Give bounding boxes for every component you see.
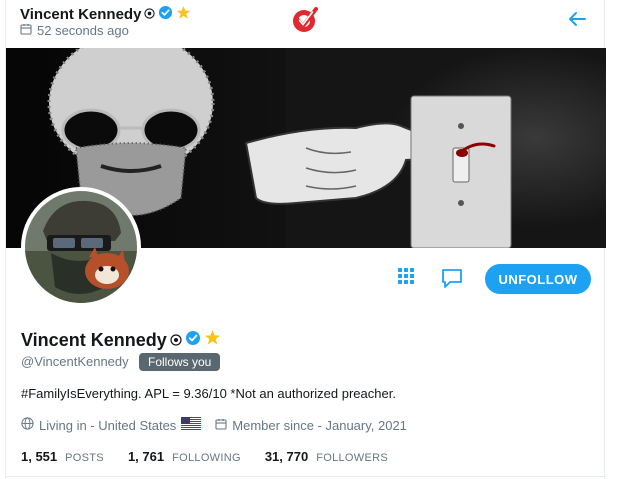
avatar[interactable] bbox=[21, 187, 141, 307]
profile-name: Vincent Kennedy bbox=[21, 329, 167, 350]
stat-value: 1, 551 bbox=[21, 449, 58, 464]
message-icon[interactable] bbox=[441, 267, 463, 294]
member-since-item: Member since - January, 2021 bbox=[215, 418, 407, 433]
header-name-row: Vincent Kennedy bbox=[20, 5, 191, 24]
stat-label: POSTS bbox=[65, 452, 104, 464]
verified-badge-icon bbox=[185, 330, 201, 351]
stat-value: 1, 761 bbox=[127, 449, 165, 464]
stat-posts[interactable]: 1, 551 POSTS bbox=[21, 449, 104, 464]
star-badge-icon bbox=[204, 329, 221, 351]
header-time-row: 52 seconds ago bbox=[20, 23, 129, 38]
verified-badge-icon bbox=[158, 5, 173, 24]
stat-following[interactable]: 1, 761 FOLLOWING bbox=[128, 449, 241, 464]
back-arrow-icon[interactable] bbox=[566, 8, 588, 35]
us-flag-icon bbox=[181, 417, 202, 433]
location-item: Living in - United States bbox=[21, 417, 202, 433]
profile-bio: #FamilyIsEverything. APL = 9.36/10 *Not … bbox=[21, 386, 396, 401]
follows-you-badge: Follows you bbox=[139, 353, 221, 371]
profile-handle: @VincentKennedy bbox=[21, 354, 129, 369]
brand-logo-icon[interactable] bbox=[291, 6, 319, 41]
profile-name-row: Vincent Kennedy bbox=[21, 329, 221, 351]
registered-icon bbox=[144, 6, 156, 23]
calendar-icon bbox=[215, 418, 227, 433]
star-badge-icon bbox=[176, 5, 191, 24]
grid-icon[interactable] bbox=[398, 268, 414, 289]
calendar-icon bbox=[20, 23, 32, 38]
stat-value: 31, 770 bbox=[264, 449, 309, 464]
header-name: Vincent Kennedy bbox=[20, 6, 142, 23]
location-text: Living in - United States bbox=[39, 417, 177, 433]
profile-meta: Living in - United States Member since -… bbox=[21, 417, 421, 433]
profile-stats: 1, 551 POSTS 1, 761 FOLLOWING 31, 770 FO… bbox=[21, 449, 412, 464]
profile-panel: Vincent Kennedy 52 seconds ago UNFOLLOW … bbox=[5, 0, 606, 479]
unfollow-button[interactable]: UNFOLLOW bbox=[485, 264, 591, 294]
stat-label: FOLLOWING bbox=[172, 452, 241, 464]
registered-icon bbox=[170, 330, 182, 351]
globe-icon bbox=[21, 417, 34, 433]
member-since-text: Member since - January, 2021 bbox=[232, 417, 407, 433]
profile-header: Vincent Kennedy 52 seconds ago bbox=[6, 0, 606, 48]
divider bbox=[6, 476, 606, 477]
header-time: 52 seconds ago bbox=[37, 23, 129, 38]
stat-followers[interactable]: 31, 770 FOLLOWERS bbox=[265, 449, 388, 464]
stat-label: FOLLOWERS bbox=[316, 452, 388, 464]
